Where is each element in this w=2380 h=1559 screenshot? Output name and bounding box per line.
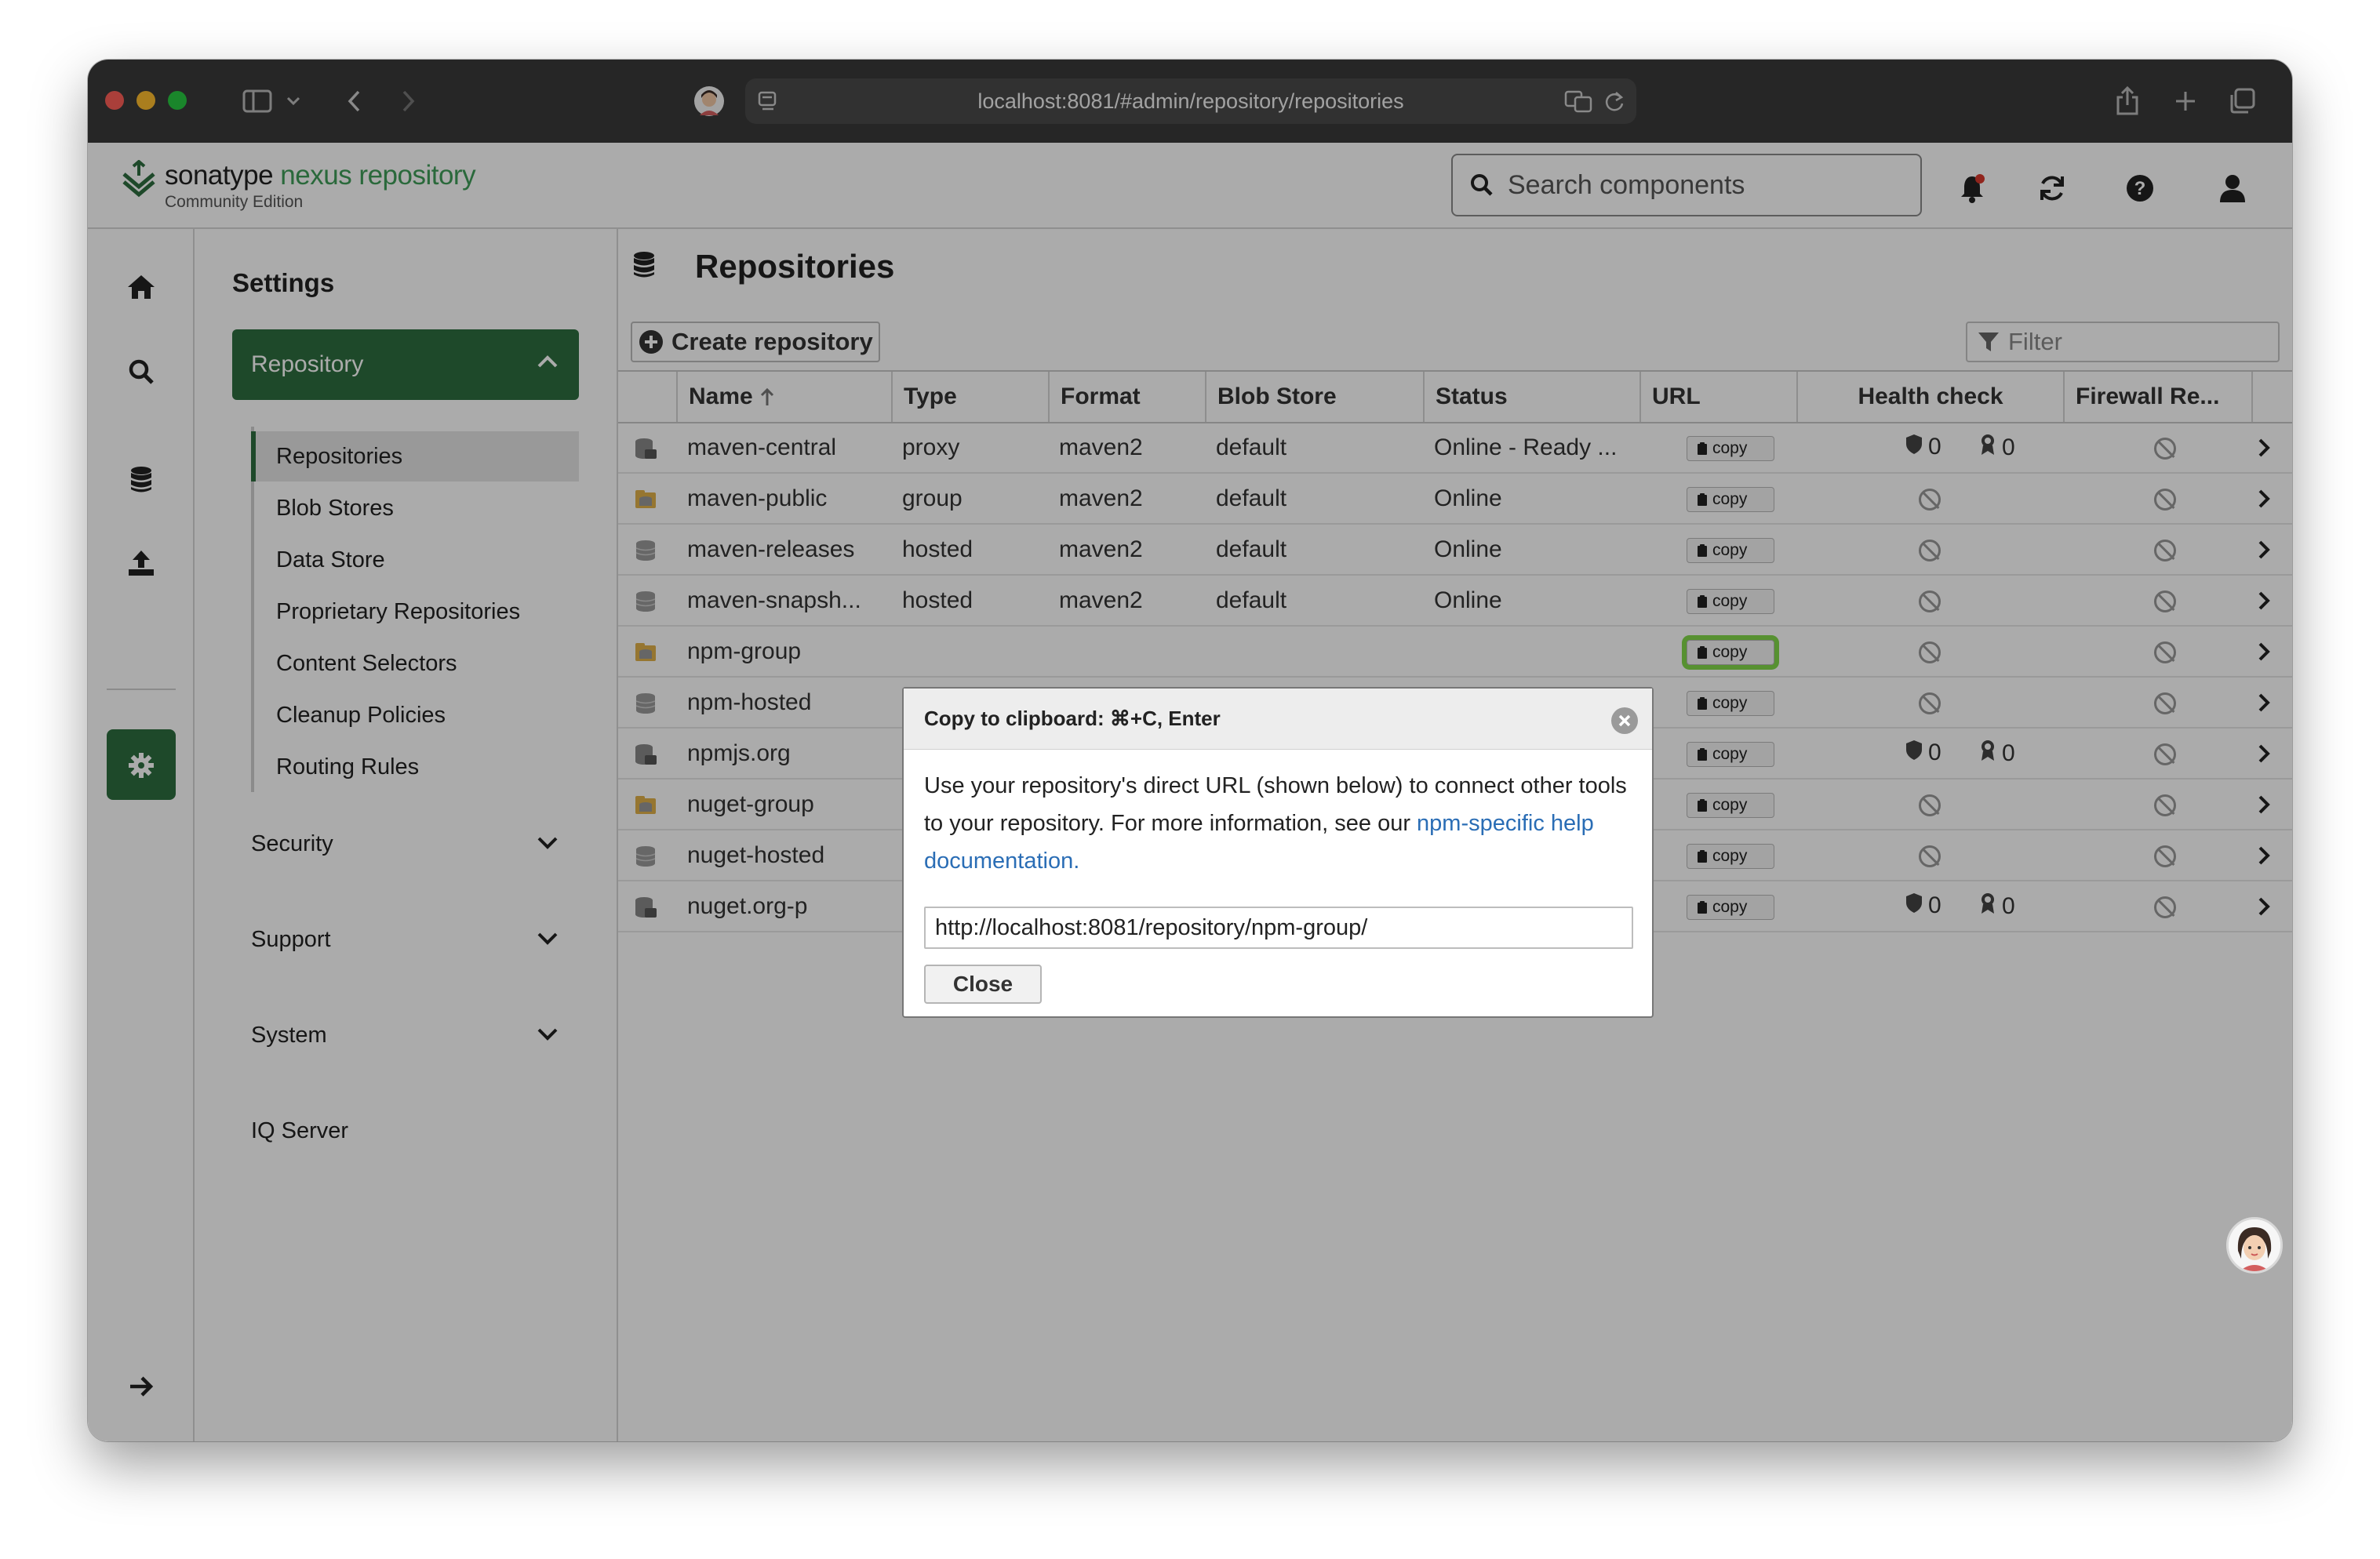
copy-url-dialog: Copy to clipboard: ⌘+C, Enter Use your r… (902, 687, 1654, 1018)
repository-url-field[interactable]: http://localhost:8081/repository/npm-gro… (924, 907, 1633, 949)
close-button[interactable]: Close (924, 965, 1042, 1004)
dialog-message: Use your repository's direct URL (shown … (924, 767, 1630, 880)
browser-window: localhost:8081/#admin/repository/reposit… (88, 60, 2292, 1441)
close-icon[interactable] (1611, 707, 1638, 734)
repository-url-value: http://localhost:8081/repository/npm-gro… (935, 914, 1368, 940)
dialog-title: Copy to clipboard: ⌘+C, Enter (924, 707, 1221, 730)
dialog-header: Copy to clipboard: ⌘+C, Enter (904, 689, 1652, 750)
assistant-avatar[interactable] (2226, 1217, 2283, 1274)
